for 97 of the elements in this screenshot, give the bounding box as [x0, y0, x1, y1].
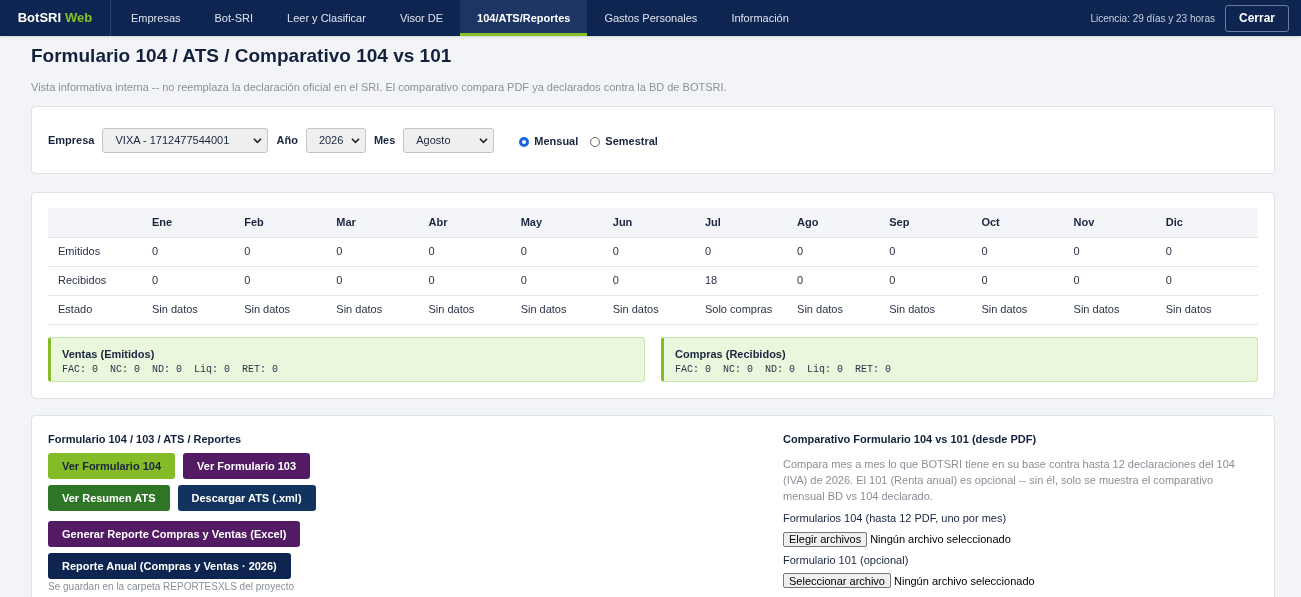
totals-title: Ventas (Emitidos): [62, 346, 156, 362]
totals-line: FAC: 0 NC: 0 ND: 0 Liq: 0 RET: 0: [675, 363, 893, 377]
table-cell: 0: [244, 237, 337, 266]
table-cell: 0: [152, 266, 245, 295]
field-label: Empresa: [48, 132, 95, 148]
table-cell: 0: [612, 266, 705, 295]
table-cell: 0: [797, 266, 890, 295]
table-cell: Sin datos: [520, 295, 613, 324]
column-header: Sep: [889, 208, 982, 237]
table-cell: 0: [1165, 237, 1258, 266]
table-cell: Sin datos: [1073, 295, 1166, 324]
table-cell: 0: [612, 237, 705, 266]
table-cell: 0: [889, 266, 982, 295]
table-cell: 0: [244, 266, 337, 295]
table-cell: 0: [1073, 237, 1166, 266]
table-cell: 0: [152, 237, 245, 266]
nav-tab[interactable]: Información: [714, 0, 806, 36]
column-header: Dic: [1165, 208, 1258, 237]
table-cell: Emitidos: [48, 237, 152, 266]
table-cell: 0: [520, 237, 613, 266]
upload-label: Formularios 104 (hasta 12 PDF, uno por mes): [783, 511, 1008, 525]
table-cell: Sin datos: [336, 295, 429, 324]
comparison-description: Compara mes a mes lo que BOTSRI tiene en su base contra hasta 12 declaraciones del 104 (IVA) de 2026. El 101 (Renta anual) es opcional -- sin él, solo se muestra el comparativo mensual BD vs 104 declarado.: [783, 457, 1236, 504]
column-header: Jun: [612, 208, 705, 237]
table-cell: 0: [428, 266, 521, 295]
table-cell: 0: [1165, 266, 1258, 295]
table-cell: Sin datos: [152, 295, 245, 324]
totals-title: Compras (Recibidos): [675, 346, 787, 362]
column-header: Oct: [981, 208, 1074, 237]
report-button[interactable]: Reporte Anual (Compras y Ventas · 2026): [48, 553, 291, 579]
upload-label: Formulario 101 (opcional): [783, 552, 910, 567]
table-cell: 0: [981, 266, 1074, 295]
column-header: May: [520, 208, 613, 237]
table-cell: Estado: [48, 295, 152, 324]
page-subtitle: Vista informativa interna -- no reemplaza la declaración oficial en el SRI. El comparativo compara PDF ya declarados contra la BD de BOTSRI.: [31, 80, 728, 94]
dropdown[interactable]: VIXA - 1712477544001: [102, 127, 269, 153]
table-cell: 0: [336, 237, 429, 266]
brand-name: BotSRI: [17, 9, 62, 28]
column-header: Ago: [797, 208, 890, 237]
table-cell: 0: [704, 237, 798, 266]
file-picker-button[interactable]: Seleccionar archivo: [783, 573, 891, 589]
table-cell: 0: [520, 266, 613, 295]
page-title: Formulario 104 / ATS / Comparativo 104 vs 101: [31, 44, 453, 68]
nav-tab[interactable]: Gastos Personales: [587, 0, 715, 36]
table-cell: 18: [704, 266, 798, 295]
table-cell: Sin datos: [244, 295, 337, 324]
radio-button[interactable]: [590, 136, 601, 147]
table-cell: 0: [797, 237, 890, 266]
column-header: Feb: [244, 208, 337, 237]
nav-tab[interactable]: Leer y Clasificar: [270, 0, 383, 36]
chevron-down-icon: [479, 135, 489, 145]
radio-label: Mensual: [534, 134, 579, 150]
table-cell: 0: [1073, 266, 1166, 295]
section-title: Comparativo Formulario 104 vs 101 (desde PDF): [783, 431, 1038, 447]
table-cell: Sin datos: [797, 295, 890, 324]
file-status: Ningún archivo seleccionado: [870, 532, 1011, 547]
file-status: Ningún archivo seleccionado: [894, 573, 1035, 589]
report-button[interactable]: Ver Formulario 104: [48, 453, 176, 479]
nav-tab[interactable]: Empresas: [114, 0, 198, 36]
column-header: Mar: [336, 208, 429, 237]
table-cell: Recibidos: [48, 266, 152, 295]
table-cell: Sin datos: [428, 295, 521, 324]
nav-tab[interactable]: 104/ATS/Reportes: [460, 0, 588, 36]
nav-tab[interactable]: Bot-SRI: [197, 0, 271, 36]
dropdown[interactable]: Agosto: [403, 127, 495, 153]
totals-line: FAC: 0 NC: 0 ND: 0 Liq: 0 RET: 0: [62, 363, 280, 377]
table-cell: 0: [981, 237, 1074, 266]
column-header: Nov: [1073, 208, 1166, 237]
brand-name-accent: Web: [65, 9, 93, 28]
nav-tab[interactable]: Visor DE: [382, 0, 461, 36]
license-status: Licencia: 29 días y 23 horas: [1090, 11, 1215, 26]
table-cell: Sin datos: [981, 295, 1074, 324]
report-button[interactable]: Descargar ATS (.xml): [177, 485, 316, 511]
table-cell: 0: [336, 266, 429, 295]
report-button[interactable]: Ver Resumen ATS: [48, 485, 170, 511]
table-cell: 0: [889, 237, 982, 266]
radio-button[interactable]: [519, 136, 530, 147]
chevron-down-icon: [350, 135, 360, 145]
chevron-down-icon: [253, 135, 263, 145]
table-cell: Sin datos: [1165, 295, 1258, 324]
column-header: Jul: [704, 208, 798, 237]
table-cell: Solo compras: [704, 295, 798, 324]
section-title: Formulario 104 / 103 / ATS / Reportes: [48, 431, 243, 447]
reports-note: Se guardan en la carpeta REPORTESXLS del proyecto: [48, 581, 296, 593]
radio-label: Semestral: [605, 134, 658, 150]
field-label: Año: [276, 132, 298, 148]
table-cell: 0: [428, 237, 521, 266]
table-cell: Sin datos: [889, 295, 982, 324]
table-cell: Sin datos: [612, 295, 705, 324]
column-header: Abr: [428, 208, 521, 237]
field-label: Mes: [373, 132, 396, 148]
report-button[interactable]: Ver Formulario 103: [183, 453, 311, 479]
close-button[interactable]: Cerrar: [1224, 4, 1289, 32]
column-header: Ene: [152, 208, 245, 237]
report-button[interactable]: Generar Reporte Compras y Ventas (Excel): [48, 521, 301, 547]
dropdown[interactable]: 2026: [305, 127, 366, 153]
file-picker-button[interactable]: Elegir archivos: [783, 531, 868, 547]
